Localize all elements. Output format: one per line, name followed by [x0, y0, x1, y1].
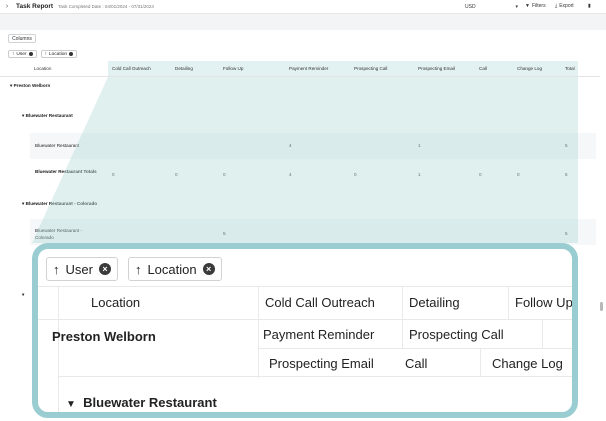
detailing-cell: 0 — [175, 172, 178, 177]
col-header-detailing[interactable]: Detailing — [175, 66, 193, 71]
zoom-col-change-log[interactable]: Change Log — [492, 356, 563, 371]
toolbar-strip — [0, 14, 606, 30]
zoom-col-cold-call[interactable]: Cold Call Outreach — [265, 295, 375, 310]
divider — [38, 319, 572, 320]
currency-select[interactable]: USD ▾ — [465, 3, 518, 11]
sort-up-icon: ↑ — [134, 261, 142, 277]
grouping-chips: ↑ User ↑ Location — [8, 50, 78, 58]
payment-reminder-cell: 4 — [289, 172, 292, 177]
zoom-group-row[interactable]: ▼ Bluewater Restaurant — [66, 395, 217, 410]
sort-up-icon: ↑ — [44, 51, 47, 57]
zoom-grouping-chips: ↑ User × ↑ Location × — [46, 257, 222, 281]
header-row: Location Cold Call Outreach Detailing Fo… — [0, 61, 600, 77]
divider — [38, 286, 572, 287]
total-cell: 5 — [565, 172, 568, 177]
grouping-chip-location[interactable]: ↑ Location — [40, 50, 78, 58]
export-button[interactable]: ⤓ Export — [555, 3, 574, 9]
sort-up-icon: ↑ — [12, 51, 15, 57]
grouping-chip-user[interactable]: ↑ User — [8, 50, 37, 58]
col-header-payment-reminder[interactable]: Payment Reminder — [289, 66, 328, 71]
chevron-down-icon: ▼ — [66, 399, 76, 410]
page-title: Task Report — [16, 3, 54, 10]
export-label: Export — [559, 3, 574, 9]
collapse-toggle[interactable]: ▾ — [22, 292, 24, 298]
user-row-label[interactable]: ▾ Preston Welborn — [10, 83, 50, 89]
divider — [58, 376, 572, 377]
zoom-col-detailing[interactable]: Detailing — [409, 295, 460, 310]
follow-up-cell: 5 — [223, 231, 226, 236]
prospecting-email-cell: 1 — [418, 172, 421, 177]
col-header-call[interactable]: Call — [479, 66, 487, 71]
col-header-cold-call[interactable]: Cold Call Outreach — [112, 66, 151, 71]
zoom-col-payment-reminder[interactable]: Payment Reminder — [263, 327, 374, 342]
zoom-user-row[interactable]: Preston Welborn — [52, 329, 156, 344]
bookmark-icon: ▮ — [588, 3, 591, 9]
divider — [542, 319, 543, 348]
zoom-col-call[interactable]: Call — [405, 356, 427, 371]
divider — [58, 286, 59, 412]
totals-label: Bluewater Restaurant Totals — [35, 169, 97, 174]
vertical-scrollbar[interactable] — [600, 302, 603, 311]
filters-label: Filters — [531, 3, 546, 9]
col-header-follow-up[interactable]: Follow Up — [223, 66, 243, 71]
bookmark-button[interactable]: ▮ — [588, 3, 591, 9]
chip-label: User — [65, 261, 93, 277]
table-row — [30, 133, 596, 159]
cold-call-cell: 0 — [112, 172, 115, 177]
export-icon: ⤓ — [555, 3, 558, 9]
zoom-col-follow-up[interactable]: Follow Up — [515, 295, 572, 310]
chip-label: User — [16, 51, 27, 57]
zoom-col-prospecting-call[interactable]: Prospecting Call — [409, 327, 504, 342]
group-row-label[interactable]: ▾ Bluewater Restaurant - Colorado — [22, 201, 97, 207]
zoom-chip-user[interactable]: ↑ User × — [46, 257, 118, 281]
zoom-callout: ↑ User × ↑ Location × Location Cold Call… — [32, 243, 578, 418]
location-cell: Bluewater Restaurant - Colorado — [35, 228, 82, 240]
prospecting-email-cell: 1 — [418, 143, 421, 148]
sort-up-icon: ↑ — [53, 261, 60, 277]
filters-button[interactable]: ▼ Filters — [525, 3, 546, 9]
filter-icon: ▼ — [525, 3, 530, 9]
remove-icon[interactable] — [28, 52, 33, 56]
zoom-col-prospecting-email[interactable]: Prospecting Email — [269, 356, 374, 371]
divider — [402, 286, 403, 348]
top-bar: › Task Report Task Completed Date : 04/0… — [0, 0, 606, 14]
location-cell: Bluewater Restaurant — [35, 143, 80, 148]
group-row-label[interactable]: ▾ Bluewater Restaurant — [22, 113, 73, 119]
col-header-change-log[interactable]: Change Log — [517, 66, 542, 71]
divider — [480, 348, 481, 376]
total-cell: 5 — [565, 231, 568, 236]
date-range-label: Task Completed Date : 04/01/2024 - 07/31… — [58, 4, 154, 9]
col-header-total[interactable]: Total — [565, 66, 575, 71]
total-cell: 5 — [565, 143, 568, 148]
chevron-right-icon[interactable]: › — [2, 3, 12, 10]
divider — [258, 348, 572, 349]
divider — [258, 286, 259, 378]
currency-value: USD — [465, 4, 476, 10]
chip-label: Location — [147, 261, 197, 277]
change-log-cell: 0 — [517, 172, 520, 177]
zoom-col-location[interactable]: Location — [91, 295, 140, 310]
col-header-prospecting-email[interactable]: Prospecting Email — [418, 66, 455, 71]
remove-icon[interactable]: × — [202, 263, 215, 275]
prospecting-call-cell: 0 — [354, 172, 357, 177]
payment-reminder-cell: 4 — [289, 143, 292, 148]
table-row — [30, 219, 596, 245]
call-cell: 0 — [479, 172, 482, 177]
col-header-location[interactable]: Location — [34, 66, 51, 71]
col-header-prospecting-call[interactable]: Prospecting Call — [354, 66, 387, 71]
remove-icon[interactable] — [69, 52, 74, 56]
chevron-down-icon: ▾ — [515, 4, 518, 10]
divider — [508, 286, 509, 319]
columns-button[interactable]: Columns — [8, 34, 36, 43]
chip-label: Location — [48, 51, 68, 57]
follow-up-cell: 0 — [223, 172, 226, 177]
remove-icon[interactable]: × — [98, 263, 111, 275]
zoom-chip-location[interactable]: ↑ Location × — [127, 257, 222, 281]
